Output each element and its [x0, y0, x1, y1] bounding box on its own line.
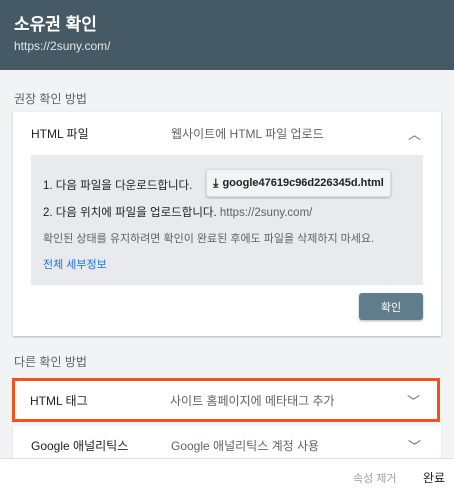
method-name: HTML 파일: [31, 126, 89, 141]
step-2: 2. 다음 위치에 파일을 업로드합니다. https://2suny.com/: [43, 204, 312, 220]
chevron-down-icon[interactable]: ﹀: [408, 436, 421, 455]
dialog-header: 소유권 확인 https://2suny.com/: [0, 0, 454, 70]
google-analytics-card[interactable]: Google 애널리틱스 Google 애널리틱스 계정 사용 ﹀: [13, 426, 441, 458]
done-button[interactable]: 완료: [423, 469, 445, 486]
recommended-section-label: 권장 확인 방법: [14, 92, 87, 106]
html-file-header[interactable]: HTML 파일 웹사이트에 HTML 파일 업로드 ︿: [13, 112, 441, 154]
verify-button[interactable]: 확인: [359, 293, 423, 320]
dialog-footer: 속성 제거 완료: [0, 458, 454, 495]
step-1: 1. 다음 파일을 다운로드합니다.: [43, 180, 193, 192]
method-desc: 사이트 홈페이지에 메타태그 추가: [170, 393, 335, 408]
property-url: https://2suny.com/: [14, 39, 111, 53]
download-file-button[interactable]: ⤓ google47619c96d226345d.html: [206, 169, 391, 197]
other-section-label: 다른 확인 방법: [14, 355, 87, 369]
step-2-url: https://2suny.com/: [219, 207, 313, 219]
method-desc: 웹사이트에 HTML 파일 업로드: [171, 126, 324, 141]
chevron-up-icon[interactable]: ︿: [408, 124, 421, 143]
instructions-panel: 1. 다음 파일을 다운로드합니다. ⤓ google47619c96d2263…: [31, 155, 423, 285]
method-name: Google 애널리틱스: [31, 438, 129, 453]
keep-file-hint: 확인된 상태를 유지하려면 확인이 완료된 후에도 파일을 삭제하지 마세요.: [43, 233, 375, 245]
step-2-text: 2. 다음 위치에 파일을 업로드합니다.: [43, 207, 217, 219]
html-tag-row[interactable]: HTML 태그 사이트 홈페이지에 메타태그 추가 ﹀: [15, 381, 437, 419]
html-tag-row-highlight[interactable]: HTML 태그 사이트 홈페이지에 메타태그 추가 ﹀: [12, 378, 440, 422]
remove-property-button[interactable]: 속성 제거: [353, 470, 397, 486]
method-desc: Google 애널리틱스 계정 사용: [171, 438, 320, 453]
google-analytics-row[interactable]: Google 애널리틱스 Google 애널리틱스 계정 사용 ﹀: [13, 426, 441, 458]
dialog-title: 소유권 확인: [14, 15, 97, 34]
full-details-link[interactable]: 전체 세부정보: [43, 256, 107, 272]
method-name: HTML 태그: [30, 393, 88, 408]
download-file-name: google47619c96d226345d.html: [222, 177, 384, 189]
html-file-card: HTML 파일 웹사이트에 HTML 파일 업로드 ︿ 1. 다음 파일을 다운…: [13, 112, 441, 336]
download-icon: ⤓: [213, 175, 219, 190]
chevron-down-icon[interactable]: ﹀: [407, 391, 420, 410]
